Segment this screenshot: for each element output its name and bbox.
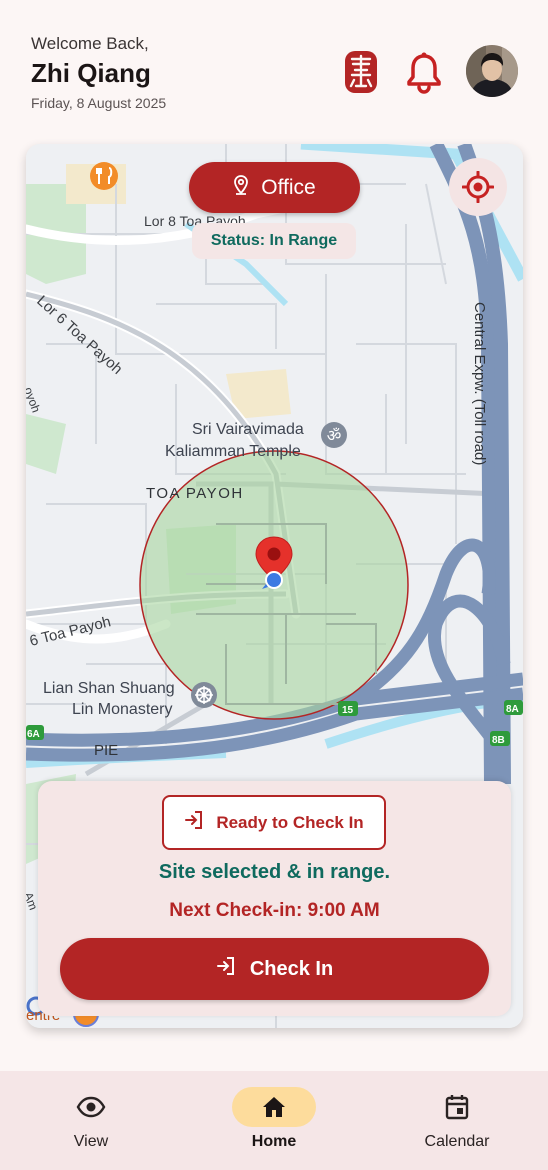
district-label: TOA PAYOH (146, 485, 244, 502)
welcome-text: Welcome Back, (31, 34, 149, 53)
nav-label-view: View (73, 1133, 109, 1150)
map-card[interactable]: ॐ Lor 8 Toa Payoh Lor 6 Toa Payoh oyoh 6… (26, 144, 523, 1028)
monastery-label-1: Lian Shan Shuang (43, 680, 175, 697)
calendar-icon (415, 1087, 499, 1127)
nav-label-home: Home (251, 1133, 297, 1150)
seal-logo-icon[interactable] (342, 48, 380, 96)
exit-6a: 6A (27, 729, 40, 740)
range-status-badge: Status: In Range (192, 223, 356, 259)
user-avatar[interactable] (466, 45, 518, 97)
site-status-text: Site selected & in range. (158, 861, 391, 883)
nav-item-calendar[interactable]: Calendar (387, 1071, 527, 1170)
svg-text:ॐ: ॐ (327, 426, 342, 445)
exit-8a: 8A (506, 704, 519, 715)
home-icon (232, 1087, 316, 1127)
next-checkin-text: Next Check-in: 9:00 AM (169, 900, 380, 921)
checkin-panel: Ready to Check In Site selected & in ran… (38, 781, 511, 1016)
notification-bell-icon[interactable] (404, 50, 444, 94)
exit-8b: 8B (492, 735, 505, 746)
current-date: Friday, 8 August 2025 (31, 95, 167, 111)
temple-label-2: Kaliamman Temple (165, 443, 301, 460)
monastery-label-2: Lin Monastery (72, 701, 173, 718)
header: Welcome Back, Zhi Qiang Friday, 8 August… (0, 0, 548, 130)
ready-label: Ready to Check In (216, 812, 364, 832)
ready-status-badge: Ready to Check In (162, 795, 386, 850)
eye-icon (49, 1087, 133, 1127)
nav-item-view[interactable]: View (21, 1071, 161, 1170)
login-icon (216, 956, 236, 982)
login-icon (184, 810, 204, 835)
site-name: Office (261, 175, 316, 199)
check-in-button[interactable]: Check In (60, 938, 489, 1000)
expressway-label: Central Expw. (Toll road) (471, 302, 488, 465)
check-in-label: Check In (249, 957, 334, 980)
temple-label-1: Sri Vairavimada (192, 421, 304, 438)
bottom-navigation: View Home Calendar (0, 1071, 548, 1170)
user-name: Zhi Qiang (31, 58, 151, 88)
crosshair-icon (462, 171, 494, 203)
nav-label-calendar: Calendar (424, 1133, 490, 1150)
location-pin-icon (233, 174, 249, 201)
exit-15: 15 (342, 705, 354, 716)
pie-label: PIE (94, 742, 118, 759)
my-location-button[interactable] (449, 158, 507, 216)
nav-item-home[interactable]: Home (204, 1071, 344, 1170)
site-selector-button[interactable]: Office (189, 162, 360, 213)
